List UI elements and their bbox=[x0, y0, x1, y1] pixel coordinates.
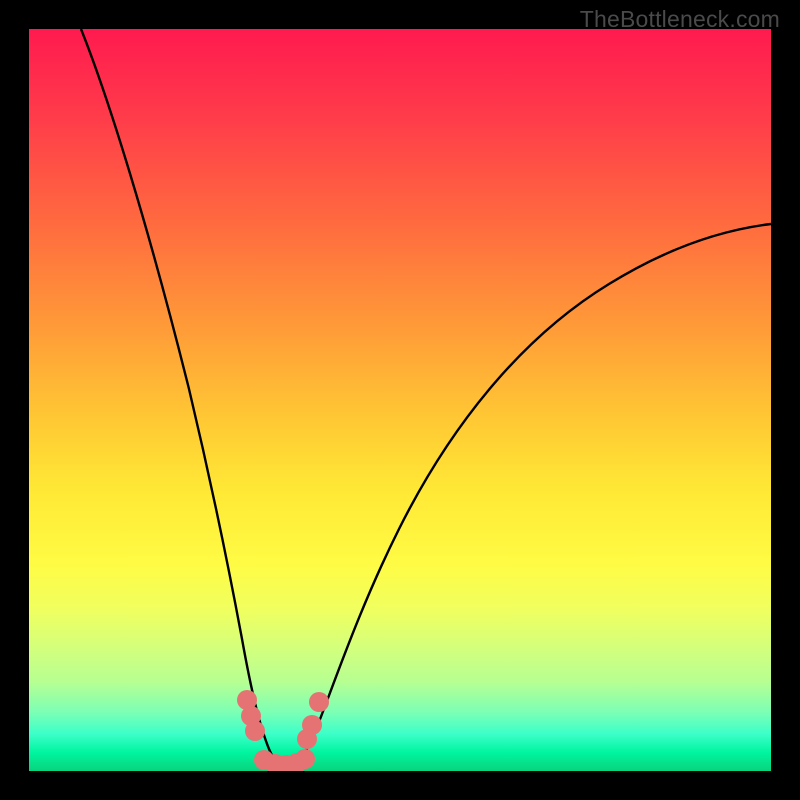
bead-floor-5 bbox=[295, 749, 315, 769]
plot-area bbox=[29, 29, 771, 771]
right-curve bbox=[291, 224, 771, 769]
bead-right-3 bbox=[309, 692, 329, 712]
bead-right-2 bbox=[302, 715, 322, 735]
curves-svg bbox=[29, 29, 771, 771]
watermark-text: TheBottleneck.com bbox=[580, 6, 780, 33]
outer-frame: TheBottleneck.com bbox=[0, 0, 800, 800]
bead-left-3 bbox=[245, 721, 265, 741]
left-curve bbox=[81, 29, 284, 769]
